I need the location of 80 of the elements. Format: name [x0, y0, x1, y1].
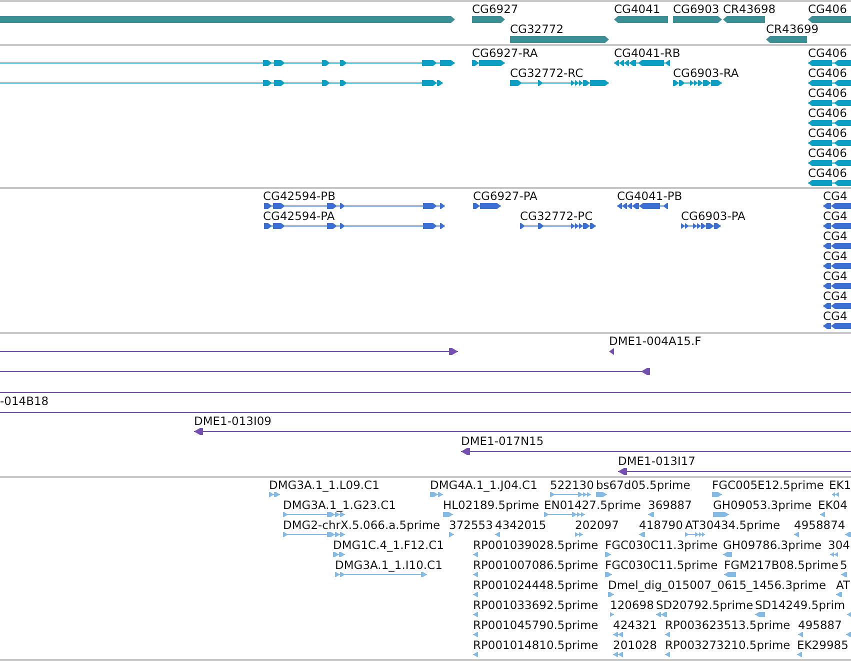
- gene-label: CR43698: [723, 3, 776, 16]
- protein-label: CG4: [823, 270, 848, 283]
- est-label: 201028: [613, 639, 657, 652]
- protein-label: CG4: [823, 210, 848, 223]
- transcript-label: CG6903-RA: [673, 67, 739, 80]
- est-label: RP001007086.5prime: [473, 559, 598, 572]
- est-label: RP003273210.5prime: [665, 639, 790, 652]
- est-label: 369887: [648, 499, 692, 512]
- clone-label: DME1-013I09: [194, 415, 272, 428]
- transcript-label: CG4041-RB: [614, 47, 680, 60]
- est-label: 418790: [639, 519, 683, 532]
- protein-label: CG32772-PC: [520, 210, 593, 223]
- est-label: GH09053.3prime: [713, 499, 812, 512]
- est-label: EN01427.5prime: [544, 499, 641, 512]
- est-label: 120698: [610, 599, 654, 612]
- est-label: RP001033692.5prime: [473, 599, 598, 612]
- est-label: Dmel_dig_015007_0615_1456.3prime: [608, 579, 826, 592]
- gene-label: CG4041: [614, 3, 660, 16]
- protein-label: CG4041-PB: [617, 190, 682, 203]
- est-label: FGC030C11.5prime: [605, 559, 718, 572]
- protein-label: CG6927-PA: [473, 190, 538, 203]
- est-label: DMG3A.1_1.I10.C1: [335, 559, 442, 572]
- transcript-label: CG6927-RA: [472, 47, 538, 60]
- est-label: EK29985: [797, 639, 848, 652]
- est-label: FGC005E12.5prime: [712, 479, 824, 492]
- gene-label: CG6927: [472, 3, 518, 16]
- est-label: 522130: [550, 479, 594, 492]
- est-label: DMG1C.4_1.F12.C1: [333, 539, 444, 552]
- est-label: 5: [840, 559, 848, 572]
- est-label: EK04: [818, 499, 848, 512]
- transcript-label: CG406: [808, 147, 847, 160]
- protein-label: CG42594-PA: [263, 210, 335, 223]
- est-label: AT30434.5prime: [685, 519, 780, 532]
- protein-label: CG42594-PB: [263, 190, 336, 203]
- est-label: 202097: [575, 519, 619, 532]
- transcript-label: CG406: [808, 167, 847, 180]
- transcript-label: CG406: [808, 87, 847, 100]
- protein-label: CG4: [823, 190, 848, 203]
- est-label: SD20792.5prime: [656, 599, 754, 612]
- est-label: 372553: [449, 519, 493, 532]
- est-label: RP001014810.5prime: [473, 639, 598, 652]
- est-label: HL02189.5prime: [443, 499, 540, 512]
- transcript-label: CG406: [808, 107, 847, 120]
- est-label: DMG4A.1_1.J04.C1: [430, 479, 538, 492]
- protein-label: CG4: [823, 250, 848, 263]
- est-label: EK1: [829, 479, 851, 492]
- est-label: GH09786.3prime: [723, 539, 822, 552]
- gene-label: CG406: [808, 3, 847, 16]
- gene-label: CR43699: [766, 23, 819, 36]
- transcript-label: CG406: [808, 67, 847, 80]
- transcript-label: CG32772-RC: [510, 67, 584, 80]
- est-label: DMG2-chrX.5.066.a.5prime: [283, 519, 440, 532]
- est-label: SD14249.5prim: [755, 599, 846, 612]
- est-label: AT: [836, 579, 850, 592]
- est-label: RP001039028.5prime: [473, 539, 598, 552]
- clone-label: DME1-004A15.F: [609, 335, 702, 348]
- est-label: FGM217B08.5prime: [724, 559, 838, 572]
- gene-label: CG6903: [673, 3, 720, 16]
- protein-label: CG4: [823, 230, 848, 243]
- est-label: RP003623513.5prime: [665, 619, 790, 632]
- est-label: 424321: [613, 619, 657, 632]
- clone-label: DME1-017N15: [461, 435, 544, 448]
- est-label: bs67d05.5prime: [596, 479, 690, 492]
- gene-label: CG32772: [510, 23, 564, 36]
- est-label: DMG3A.1_1.L09.C1: [269, 479, 380, 492]
- protein-label: CG4: [823, 310, 848, 323]
- est-label: RP001045790.5prime: [473, 619, 598, 632]
- protein-label: CG4: [823, 290, 848, 303]
- est-label: RP001024448.5prime: [473, 579, 598, 592]
- est-label: 4342015: [495, 519, 546, 532]
- est-label: 304: [828, 539, 850, 552]
- est-label: 495887: [798, 619, 842, 632]
- clone-label: -014B18: [0, 395, 49, 408]
- transcript-label: CG406: [808, 47, 847, 60]
- est-label: FGC030C11.3prime: [605, 539, 718, 552]
- est-label: 4958874: [794, 519, 846, 532]
- est-label: DMG3A.1_1.G23.C1: [283, 499, 396, 512]
- clone-label: DME1-013I17: [618, 455, 696, 468]
- transcript-label: CG406: [808, 127, 847, 140]
- protein-label: CG6903-PA: [681, 210, 746, 223]
